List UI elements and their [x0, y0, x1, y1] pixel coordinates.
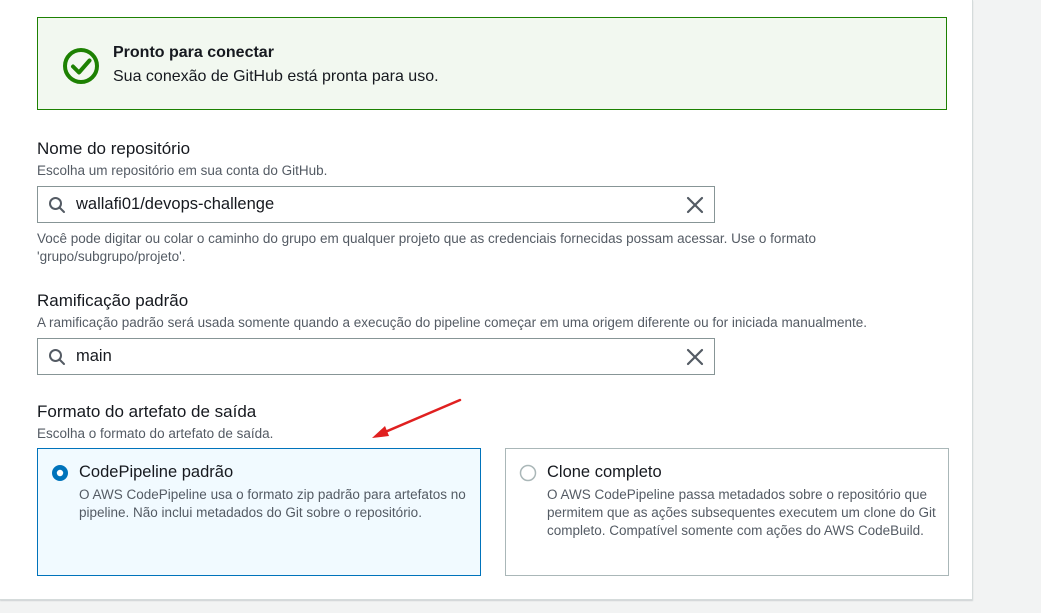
search-icon — [49, 197, 65, 213]
search-icon — [49, 349, 65, 365]
option-full-clone[interactable]: Clone completo O AWS CodePipeline passa … — [505, 448, 949, 576]
option-codepipeline-default[interactable]: CodePipeline padrão O AWS CodePipeline u… — [37, 448, 481, 576]
branch-label: Ramificação padrão — [37, 291, 189, 310]
radio-selected-icon[interactable] — [51, 464, 69, 482]
alert-title: Pronto para conectar — [113, 44, 274, 61]
artifact-label: Formato do artefato de saída — [37, 402, 257, 421]
repository-constraint-text: Você pode digitar ou colar o caminho do … — [37, 231, 816, 264]
option-description: O AWS CodePipeline passa metadados sobre… — [547, 487, 936, 538]
alert-message: Sua conexão de GitHub está pronta para u… — [113, 68, 439, 85]
form-panel: Pronto para conectar Sua conexão de GitH… — [0, 0, 973, 600]
success-alert: Pronto para conectar Sua conexão de GitH… — [37, 17, 947, 110]
branch-input[interactable]: main — [37, 338, 715, 375]
radio-unselected-icon[interactable] — [519, 464, 537, 482]
repository-input-value[interactable]: wallafi01/devops-challenge — [76, 195, 274, 214]
check-circle-icon — [63, 48, 99, 84]
clear-icon[interactable] — [685, 347, 705, 367]
repository-input[interactable]: wallafi01/devops-challenge — [37, 186, 715, 223]
option-title: CodePipeline padrão — [79, 463, 234, 481]
annotation-arrow-icon — [372, 398, 462, 438]
clear-icon[interactable] — [685, 195, 705, 215]
option-description: O AWS CodePipeline usa o formato zip pad… — [79, 487, 466, 520]
repository-description: Escolha um repositório em sua conta do G… — [37, 163, 328, 178]
artifact-description: Escolha o formato do artefato de saída. — [37, 426, 274, 441]
option-title: Clone completo — [547, 463, 662, 481]
repository-label: Nome do repositório — [37, 139, 191, 158]
branch-input-value[interactable]: main — [76, 347, 112, 366]
branch-description: A ramificação padrão será usada somente … — [37, 315, 867, 330]
